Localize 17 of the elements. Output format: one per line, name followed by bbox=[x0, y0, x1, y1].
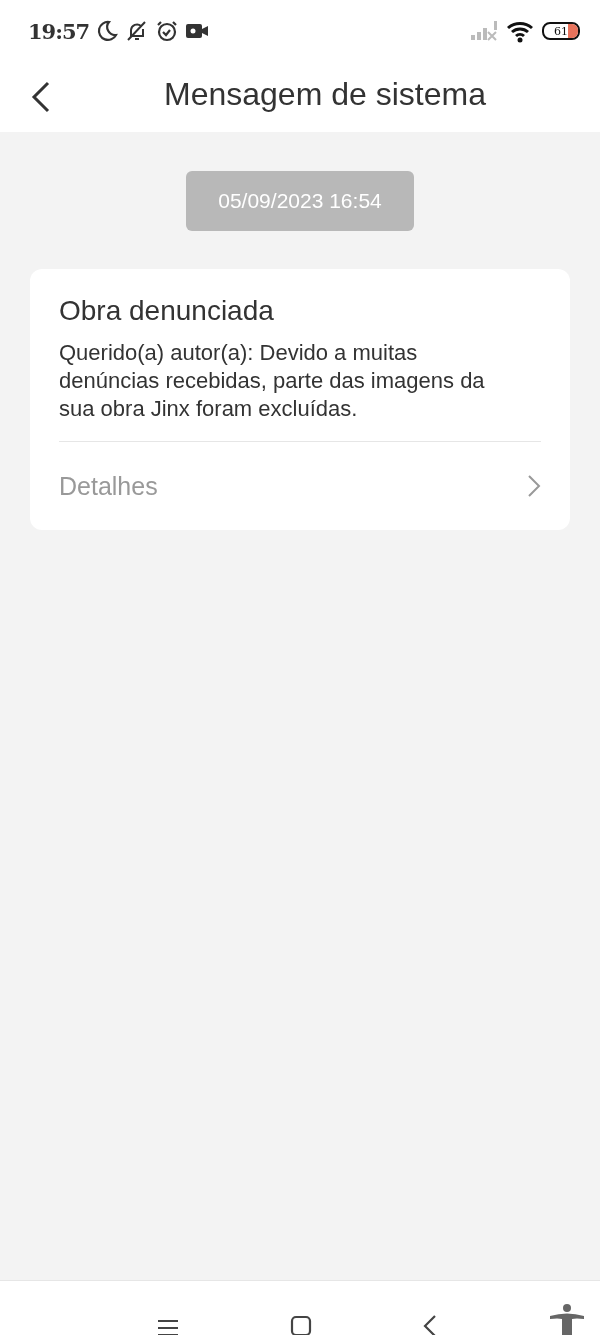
chevron-left-icon bbox=[30, 80, 52, 114]
page-title: Mensagem de sistema bbox=[164, 76, 486, 113]
menu-icon[interactable] bbox=[157, 1319, 179, 1335]
status-time: 19:57 bbox=[28, 18, 90, 44]
video-camera-icon bbox=[185, 21, 210, 41]
details-link[interactable]: Detalhes bbox=[59, 442, 541, 530]
wifi-icon bbox=[506, 19, 536, 43]
accessibility-icon[interactable] bbox=[548, 1303, 586, 1335]
message-text: Querido(a) autor(a): Devido a muitas denúncias recebidas, parte das imagens da sua obra Jinx foram excluídas. bbox=[59, 339, 486, 423]
chevron-right-icon bbox=[527, 474, 541, 498]
moon-icon bbox=[95, 19, 120, 43]
signal-icon bbox=[470, 20, 500, 42]
home-icon[interactable] bbox=[290, 1315, 312, 1335]
battery-icon: 61 bbox=[542, 22, 580, 40]
timestamp-label: 05/09/2023 16:54 bbox=[186, 171, 414, 231]
back-icon[interactable] bbox=[423, 1315, 437, 1335]
message-title: Obra denunciada bbox=[59, 295, 275, 327]
